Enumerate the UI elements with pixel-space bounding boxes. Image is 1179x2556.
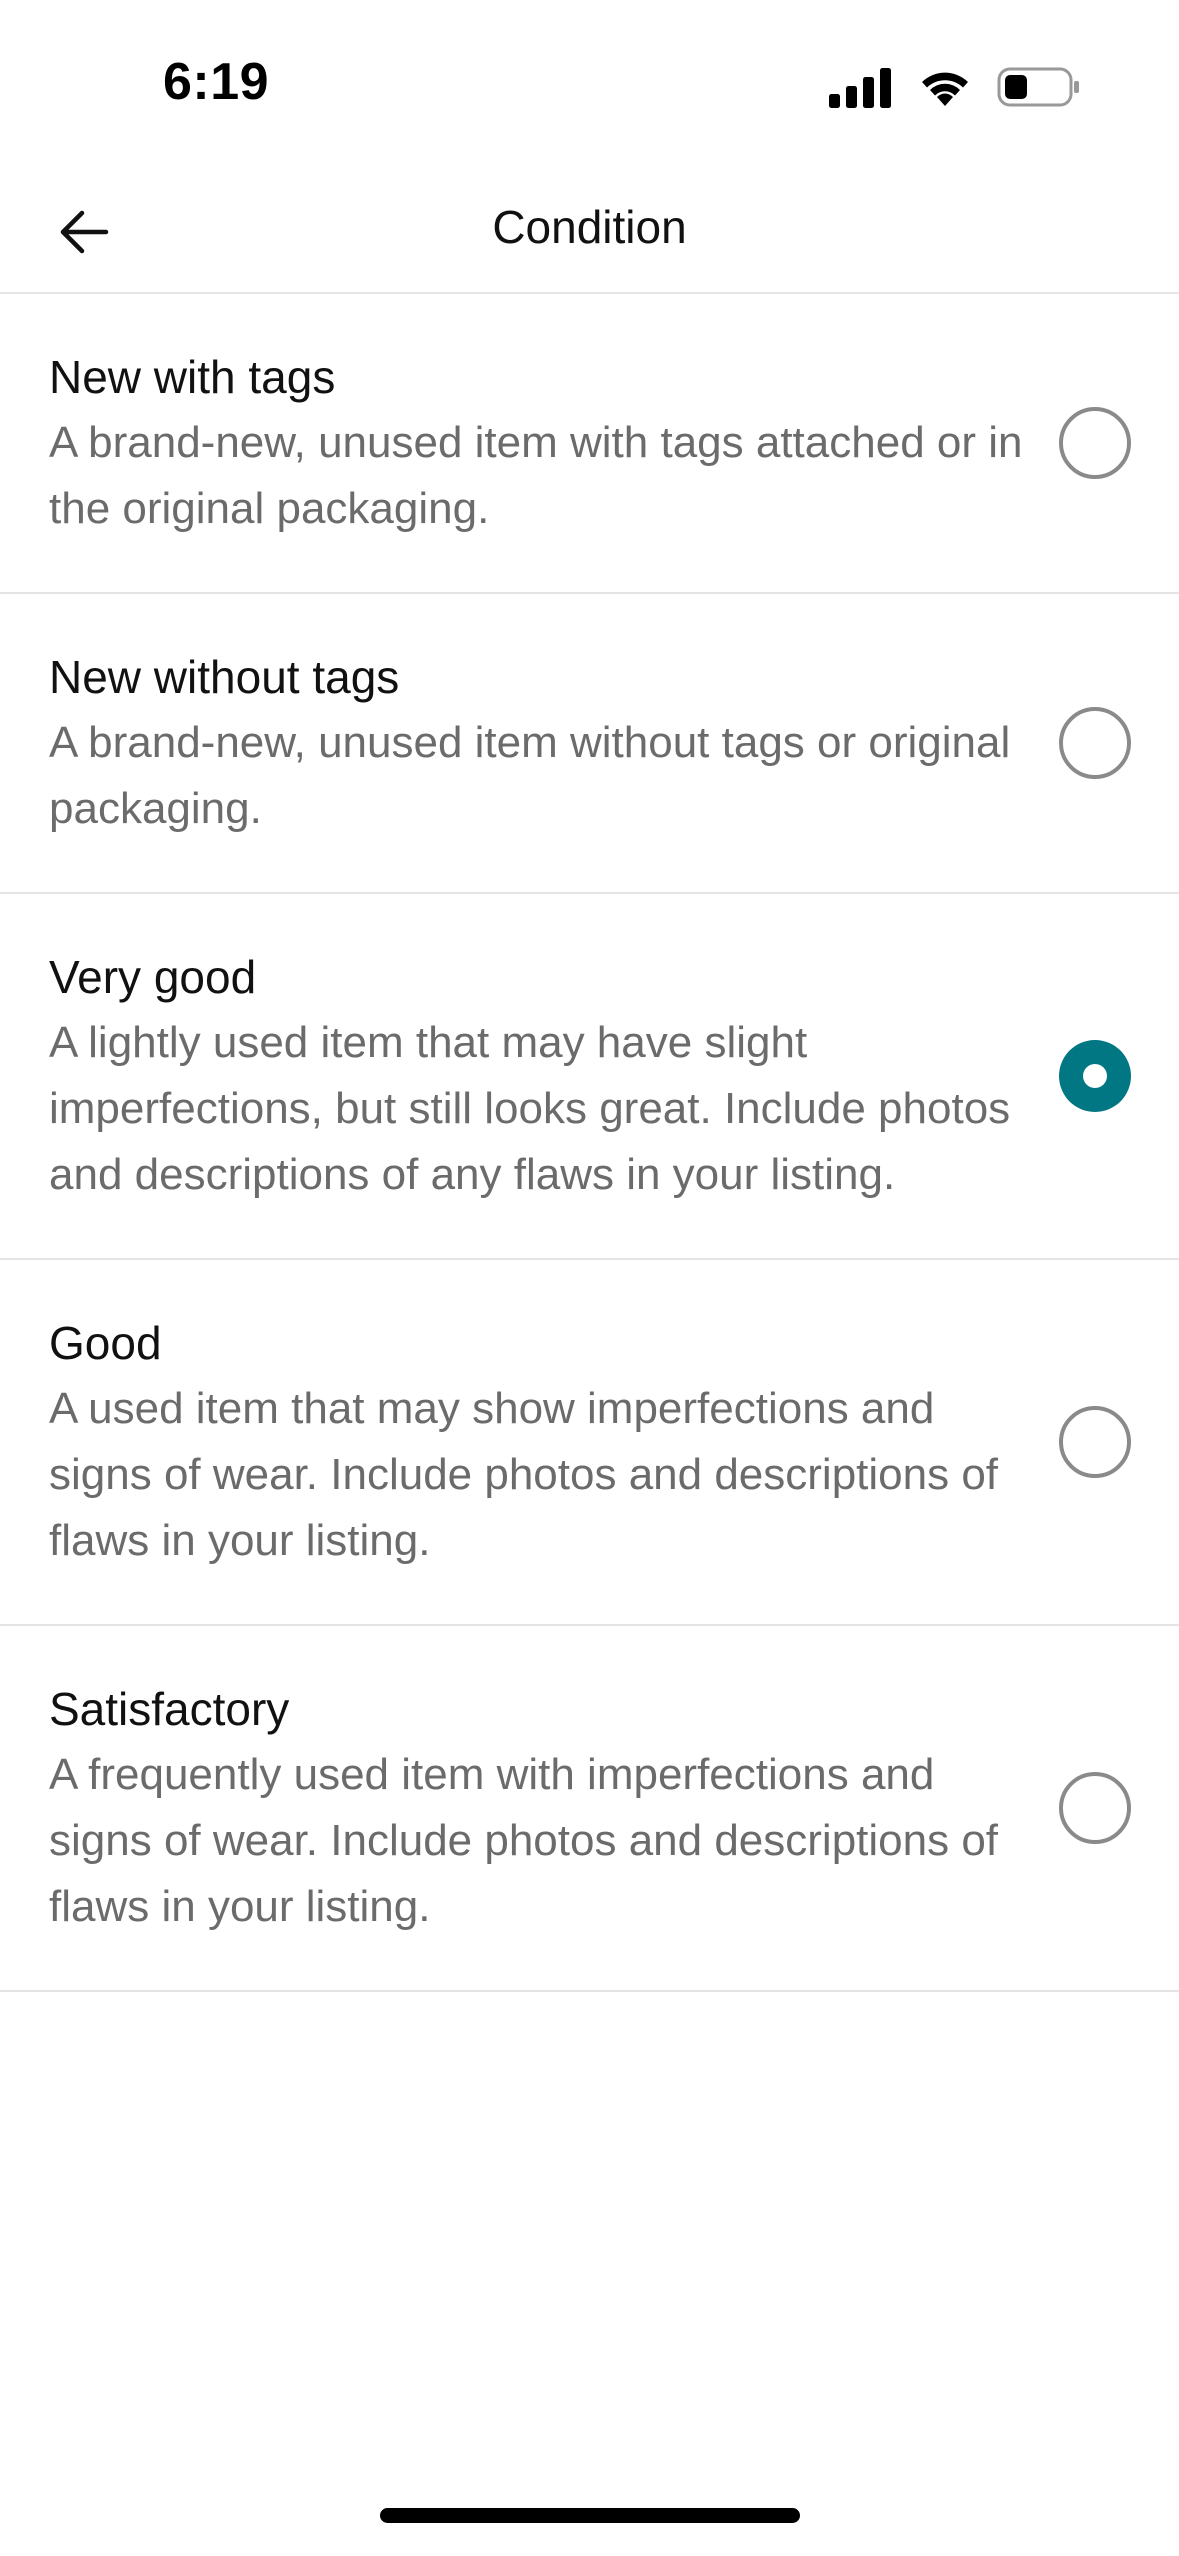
option-title: Satisfactory: [49, 1683, 290, 1735]
condition-screen: 6:19 Condition New with tags A brand-new…: [0, 0, 1179, 2556]
navigation-header: Condition: [0, 170, 1179, 294]
condition-option-satisfactory[interactable]: Satisfactory A frequently used item with…: [0, 1626, 1179, 1992]
page-title: Condition: [492, 201, 687, 253]
radio-button[interactable]: [1059, 707, 1131, 779]
radio-button[interactable]: [1059, 407, 1131, 479]
option-description: A used item that may show imperfections …: [49, 1384, 999, 1565]
condition-options-list: New with tags A brand-new, unused item w…: [0, 294, 1179, 1992]
condition-option-good[interactable]: Good A used item that may show imperfect…: [0, 1260, 1179, 1626]
cellular-signal-icon: [829, 68, 891, 108]
wifi-icon: [922, 72, 968, 106]
home-indicator[interactable]: [380, 2508, 800, 2523]
radio-button[interactable]: [1059, 1772, 1131, 1844]
option-description: A brand-new, unused item with tags attac…: [49, 418, 1023, 533]
option-title: New without tags: [49, 651, 400, 703]
option-description: A frequently used item with imperfection…: [49, 1750, 999, 1931]
option-title: Good: [49, 1317, 162, 1369]
battery-icon: [997, 67, 1079, 107]
option-description: A lightly used item that may have slight…: [49, 1018, 1011, 1199]
status-time: 6:19: [163, 53, 270, 111]
option-title: New with tags: [49, 351, 336, 403]
condition-option-very-good[interactable]: Very good A lightly used item that may h…: [0, 894, 1179, 1260]
condition-option-new-without-tags[interactable]: New without tags A brand-new, unused ite…: [0, 594, 1179, 894]
option-title: Very good: [49, 951, 257, 1003]
option-description: A brand-new, unused item without tags or…: [49, 718, 1011, 833]
condition-option-new-with-tags[interactable]: New with tags A brand-new, unused item w…: [0, 294, 1179, 594]
radio-button-selected[interactable]: [1059, 1040, 1131, 1112]
radio-button[interactable]: [1059, 1406, 1131, 1478]
status-bar: 6:19: [0, 0, 1179, 170]
status-icons: [829, 62, 1081, 112]
